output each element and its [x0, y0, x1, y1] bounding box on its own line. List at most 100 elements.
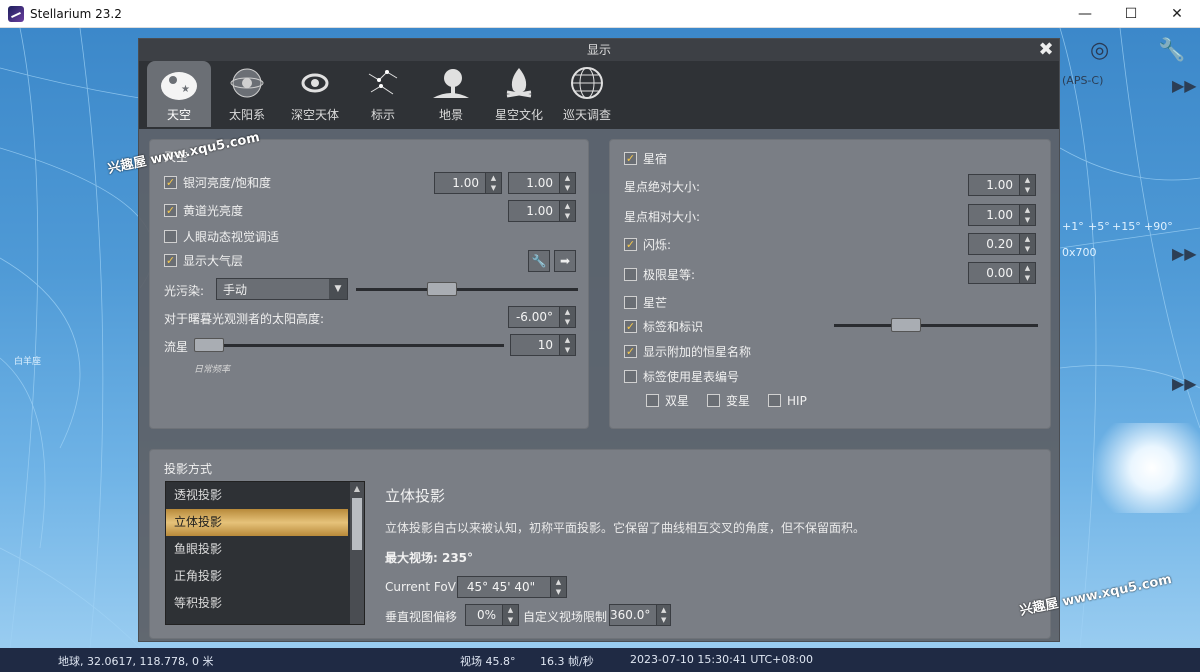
spin-value: 0%	[466, 605, 502, 625]
relative-scale-row: 星点相对大小:	[624, 208, 700, 225]
list-item[interactable]: 立体投影	[166, 509, 348, 536]
milky-way-label: 银河亮度/饱和度	[183, 176, 272, 190]
tab-starlore[interactable]: 星空文化	[487, 61, 551, 127]
milky-way-brightness-spinbox[interactable]: 1.00 ▲ ▼	[434, 172, 502, 194]
list-item[interactable]: 正角投影	[166, 563, 348, 590]
target-icon[interactable]: ◎	[1090, 38, 1109, 63]
status-bar: 地球, 32.0617, 118.778, 0 米 视场 45.8° 16.3 …	[0, 648, 1200, 672]
chevron-down-icon[interactable]: ▼	[329, 279, 347, 299]
projection-list-scrollbar[interactable]: ▲	[350, 482, 364, 624]
hip-checkbox[interactable]	[768, 394, 782, 407]
projection-detail-title: 立体投影	[385, 487, 446, 505]
spin-buttons[interactable]: ▲ ▼	[656, 605, 670, 625]
catalog-numbers-checkbox[interactable]	[624, 370, 637, 383]
relative-scale-spinbox[interactable]: 1.00 ▲ ▼	[968, 204, 1036, 226]
next-arrow-icon[interactable]: ▶▶	[1172, 76, 1197, 95]
tab-label: 标示	[370, 108, 395, 122]
atmosphere-settings-button[interactable]: 🔧	[528, 250, 550, 272]
list-item[interactable]: 等积投影	[166, 590, 348, 617]
dialog-header[interactable]: 显示 ✖	[139, 39, 1059, 61]
sun-altitude-spinbox[interactable]: -6.00° ▲ ▼	[508, 306, 576, 328]
solar-system-icon	[227, 64, 267, 102]
atmosphere-row: ✓ 显示大气层	[164, 252, 243, 269]
zodiacal-label: 黄道光亮度	[183, 204, 244, 218]
eye-adapt-row: 人眼动态视觉调适	[164, 228, 279, 245]
spin-buttons[interactable]: ▲ ▼	[1019, 263, 1035, 283]
spin-buttons[interactable]: ▲ ▼	[1019, 175, 1035, 195]
next-arrow-icon[interactable]: ▶▶	[1172, 374, 1197, 393]
slider-thumb[interactable]	[194, 338, 224, 352]
zodiacal-checkbox[interactable]: ✓	[164, 204, 177, 217]
twinkle-checkbox[interactable]: ✓	[624, 238, 637, 251]
stars-settings-panel: ✓ 星宿 星点绝对大小: 1.00 ▲ ▼ 星点相对大小: 1.00 ▲ ▼ ✓ 闪…	[609, 139, 1051, 429]
tab-landscape[interactable]: 地景	[419, 61, 483, 127]
custom-fov-spinbox[interactable]: 360.0° ▲ ▼	[609, 604, 671, 626]
list-item[interactable]: 鱼眼投影	[166, 536, 348, 563]
spin-buttons[interactable]: ▲ ▼	[1019, 205, 1035, 225]
tab-surveys[interactable]: 巡天调查	[555, 61, 619, 127]
variable-star-checkbox[interactable]	[707, 394, 721, 407]
meteors-slider[interactable]	[194, 338, 504, 352]
double-star-checkbox[interactable]	[646, 394, 659, 407]
dialog-title: 显示	[586, 43, 611, 57]
vertical-offset-spinbox[interactable]: 0% ▲ ▼	[465, 604, 519, 626]
close-window-button[interactable]: ✕	[1154, 0, 1200, 28]
minimize-button[interactable]: —	[1062, 0, 1108, 28]
light-pollution-combo[interactable]: 手动 ▼	[216, 278, 348, 300]
stars-panel-title: 星宿	[643, 152, 668, 166]
zodiacal-brightness-spinbox[interactable]: 1.00 ▲ ▼	[508, 200, 576, 222]
list-item[interactable]: 透视投影	[166, 482, 348, 509]
spin-buttons[interactable]: ▲ ▼	[1019, 234, 1035, 254]
maximize-button[interactable]: ☐	[1108, 0, 1154, 28]
sky-icon: ★	[159, 64, 199, 102]
spin-buttons[interactable]: ▲ ▼	[485, 173, 501, 193]
additional-names-row: ✓ 显示附加的恒星名称	[624, 343, 751, 360]
catalog-numbers-label: 标签使用星表编号	[643, 370, 740, 384]
scroll-thumb[interactable]	[352, 498, 362, 550]
tab-sky[interactable]: ★ 天空	[147, 61, 211, 127]
limit-magnitude-checkbox[interactable]	[624, 268, 637, 281]
slider-thumb[interactable]	[427, 282, 458, 296]
absolute-scale-spinbox[interactable]: 1.00 ▲ ▼	[968, 174, 1036, 196]
sky-object-label: 白羊座	[14, 357, 42, 367]
wrench-icon[interactable]: 🔧	[1158, 38, 1185, 63]
sun-altitude-label: 对于曙暮光观测者的太阳高度:	[164, 312, 325, 326]
limit-magnitude-spinbox[interactable]: 0.00 ▲ ▼	[968, 262, 1036, 284]
variable-star-label: 变星	[726, 394, 751, 408]
next-arrow-icon[interactable]: ▶▶	[1172, 244, 1197, 263]
current-fov-spinbox[interactable]: 45° 45' 40" ▲ ▼	[457, 576, 567, 598]
meteors-spinbox[interactable]: 10 ▲ ▼	[510, 334, 576, 356]
spikes-checkbox[interactable]	[624, 296, 637, 309]
galaxy-icon	[295, 64, 335, 102]
tab-label: 太阳系	[228, 108, 265, 122]
stars-checkbox[interactable]: ✓	[624, 152, 637, 165]
relative-scale-label: 星点相对大小:	[624, 210, 701, 224]
dialog-close-button[interactable]: ✖	[1037, 39, 1055, 61]
sky-grid-label: +15°	[1112, 220, 1141, 233]
status-fov: 视场 45.8°	[460, 655, 516, 668]
spin-buttons[interactable]: ▲ ▼	[559, 173, 575, 193]
labels-slider[interactable]	[834, 318, 1038, 332]
atmosphere-next-button[interactable]: ➡	[554, 250, 576, 272]
labels-checkbox[interactable]: ✓	[624, 320, 637, 333]
additional-names-checkbox[interactable]: ✓	[624, 345, 637, 358]
scroll-up-icon[interactable]: ▲	[350, 482, 364, 496]
light-pollution-slider[interactable]	[356, 282, 578, 296]
meteors-label: 流星	[164, 340, 189, 354]
tab-deep-sky[interactable]: 深空天体	[283, 61, 347, 127]
tab-markings[interactable]: 标示	[351, 61, 415, 127]
spin-buttons[interactable]: ▲ ▼	[559, 335, 575, 355]
atmosphere-checkbox[interactable]: ✓	[164, 254, 177, 267]
spin-buttons[interactable]: ▲ ▼	[550, 577, 566, 597]
tab-solar-system[interactable]: 太阳系	[215, 61, 279, 127]
milky-way-checkbox[interactable]: ✓	[164, 176, 177, 189]
projection-description: 立体投影自古以来被认知，初称平面投影。它保留了曲线相互交叉的角度，但不保留面积。	[385, 521, 866, 535]
zodiacal-row: ✓ 黄道光亮度	[164, 202, 243, 219]
spin-buttons[interactable]: ▲ ▼	[559, 307, 575, 327]
spin-buttons[interactable]: ▲ ▼	[502, 605, 518, 625]
spin-buttons[interactable]: ▲ ▼	[559, 201, 575, 221]
slider-thumb[interactable]	[891, 318, 922, 332]
twinkle-spinbox[interactable]: 0.20 ▲ ▼	[968, 233, 1036, 255]
milky-way-saturation-spinbox[interactable]: 1.00 ▲ ▼	[508, 172, 576, 194]
eye-adapt-checkbox[interactable]	[164, 230, 177, 243]
